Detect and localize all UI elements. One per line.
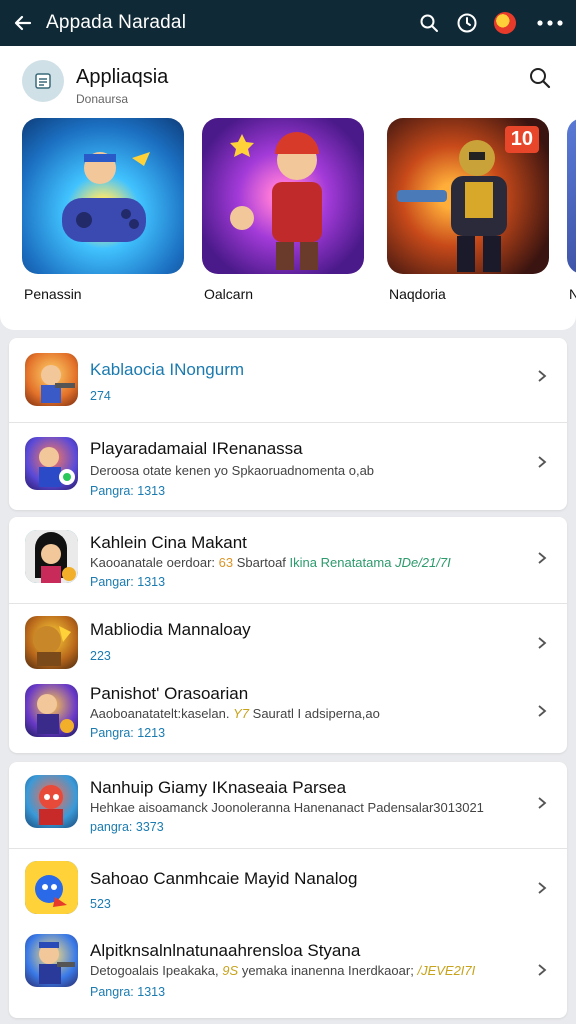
game-icon [25,437,78,490]
chevron-right-icon[interactable] [535,796,549,810]
chevron-right-icon[interactable] [535,551,549,565]
tile-label: Penassin [24,286,82,302]
item-description: Kaooanatale oerdoar: 63 Sbartoaf Ikina R… [90,555,451,570]
tile-label: Oalcarn [204,286,254,302]
item-meta: pangra: 3373 [90,820,164,834]
game-icon [25,684,78,737]
search-icon[interactable] [528,66,554,92]
item-description: Hehkae aisoamanck Joonoleranna Hanenanac… [90,800,484,815]
game-icon [25,530,78,583]
item-title: Panishot' Orasoarian [90,684,249,703]
back-arrow-icon[interactable] [0,0,46,46]
item-title: Alpitknsalnlnatunaahrensloa Styana [90,941,361,960]
item-title: Kahlein Cina Makant [90,533,247,552]
list-item[interactable]: Sahoao Canmhcaie Mayid Nanalog 523 [9,849,567,929]
list-item[interactable]: Alpitknsalnlnatunaahrensloa Styana Detog… [9,929,567,1018]
item-title: Playaradamaial IRenanassa [90,439,303,458]
top-app-bar: Appada Naradal [0,0,576,46]
tile-label: Naqdoria [389,286,446,302]
featured-tile[interactable]: Oalcarn [202,118,364,302]
chevron-right-icon[interactable] [535,881,549,895]
featured-tile[interactable]: 10 Naqdoria [387,118,549,302]
app-list-card: Kahlein Cina Makant Kaooanatale oerdoar:… [9,517,567,753]
game-art-image [567,118,576,274]
item-meta: 523 [90,897,111,911]
item-meta: Pangra: 1313 [90,985,166,999]
list-item[interactable]: Kablaocia INongurm 274 [9,338,567,422]
timer-icon[interactable] [448,0,486,46]
chevron-right-icon[interactable] [535,369,549,383]
game-icon [25,616,78,669]
chevron-right-icon[interactable] [535,704,549,718]
game-icon [25,353,78,406]
app-logo-icon [22,60,64,102]
more-icon[interactable] [524,0,576,46]
item-title: Mabliodia Mannaloay [90,620,251,639]
item-title: Kablaocia INongurm [90,360,245,379]
game-icon [25,775,78,828]
app-bar-title: Appada Naradal [46,12,187,33]
game-icon [25,934,78,987]
list-item[interactable]: Mabliodia Mannaloay 223 [9,604,567,678]
item-description: Detogoalais Ipeakaka, 9S yemaka inanenna… [90,963,476,978]
avatar-icon[interactable] [486,0,524,46]
item-meta: Pangra: 1213 [90,726,166,740]
item-title: Nanhuip Giamy IKnaseaia Parsea [90,778,347,797]
list-item[interactable]: Panishot' Orasoarian Aaoboanatatelt:kase… [9,678,567,753]
chevron-right-icon[interactable] [535,963,549,977]
list-item[interactable]: Kahlein Cina Makant Kaooanatale oerdoar:… [9,517,567,603]
chevron-right-icon[interactable] [535,455,549,469]
item-meta: 274 [90,389,111,403]
item-description: Deroosa otate kenen yo Spkaoruadnomenta … [90,463,375,478]
game-icon [25,861,78,914]
search-icon[interactable] [410,0,448,46]
app-list-card: Nanhuip Giamy IKnaseaia Parsea Hehkae ai… [9,762,567,1018]
list-item[interactable]: Nanhuip Giamy IKnaseaia Parsea Hehkae ai… [9,762,567,848]
badge-label: 10 [504,126,539,153]
app-subtitle: Donaursa [76,92,129,106]
featured-tile[interactable]: N [567,118,576,302]
item-meta: Pangar: 1313 [90,575,166,589]
tile-label: N [569,286,576,302]
game-art-image [202,118,364,274]
featured-tile[interactable]: Penassin [22,118,184,302]
list-item[interactable]: Playaradamaial IRenanassa Deroosa otate … [9,423,567,510]
item-meta: Pangra: 1313 [90,484,166,498]
chevron-right-icon[interactable] [535,636,549,650]
app-name: Appliaqsia [76,66,169,88]
item-title: Sahoao Canmhcaie Mayid Nanalog [90,869,358,888]
game-art-image: 10 [387,118,549,274]
game-art-image [22,118,184,274]
app-list-card: Kablaocia INongurm 274 Playaradamaial IR… [9,338,567,510]
item-meta: 223 [90,649,111,663]
featured-card: Appliaqsia Donaursa Penassin Oalcarn 10 … [0,46,576,330]
item-description: Aaoboanatatelt:kaselan. Y7 Sauratl I ads… [90,706,380,721]
